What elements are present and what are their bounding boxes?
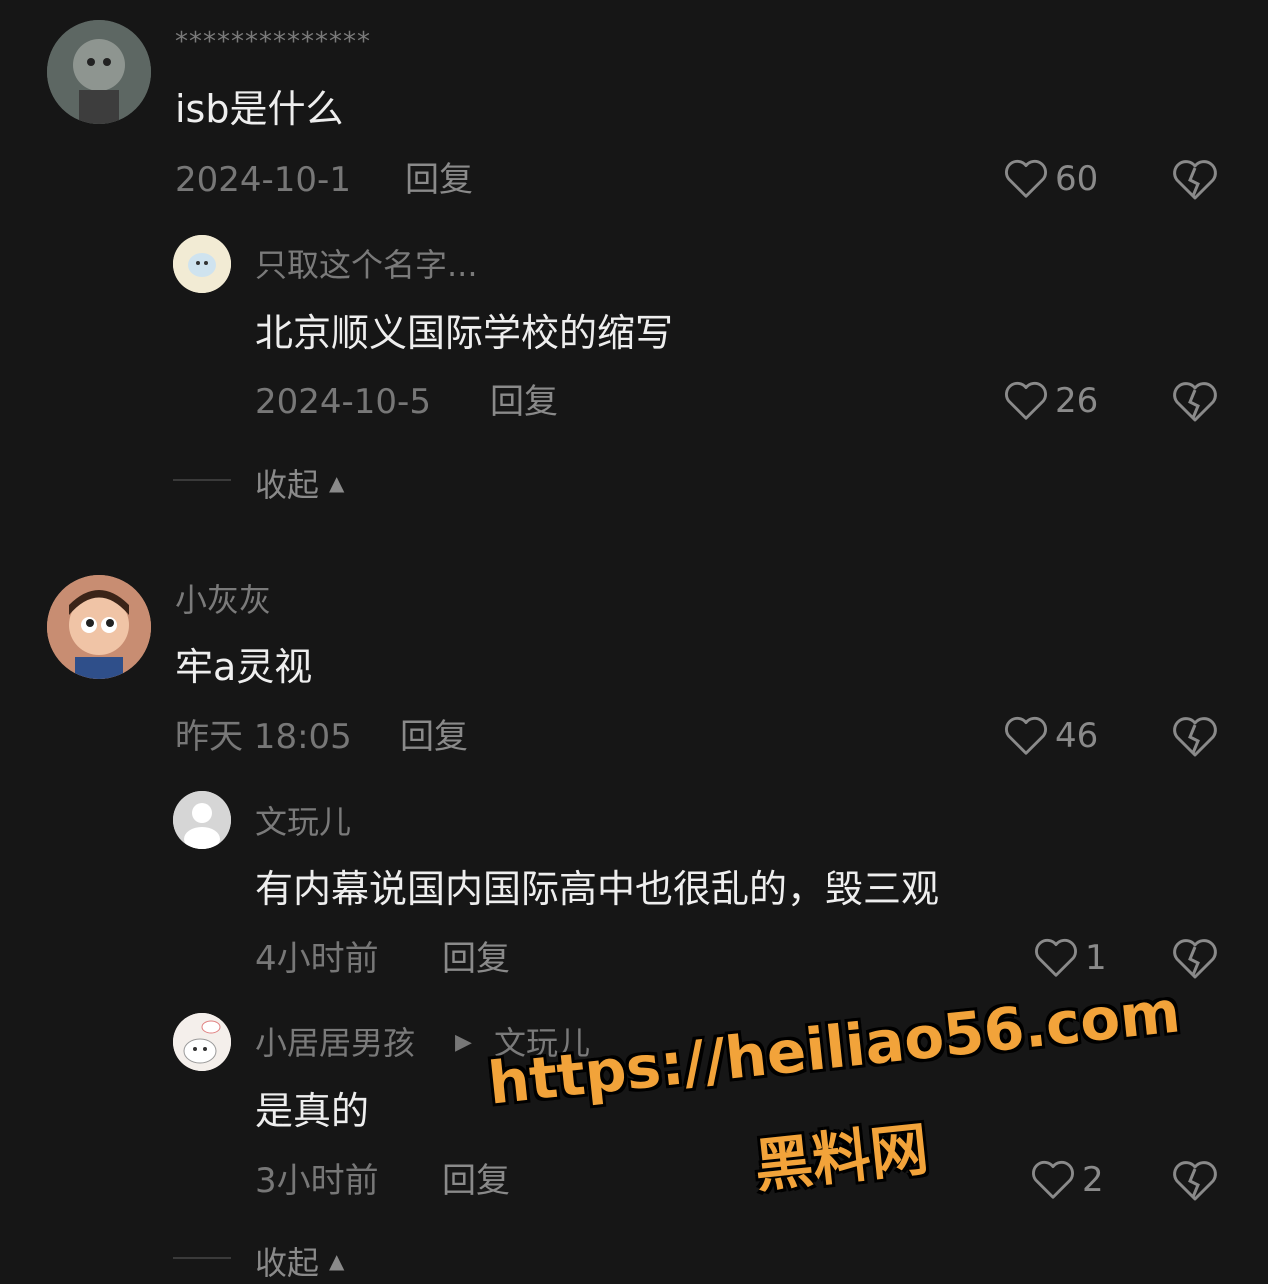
comment-date: 2024-10-5 xyxy=(255,382,431,422)
like-button[interactable]: 1 xyxy=(1033,935,1107,981)
comment-text: 有内幕说国内国际高中也很乱的，毁三观 xyxy=(255,867,940,911)
like-count: 26 xyxy=(1055,381,1099,421)
username[interactable]: 小居居男孩 xyxy=(255,1023,415,1063)
like-count: 60 xyxy=(1055,159,1099,199)
like-count: 1 xyxy=(1085,938,1107,978)
reply-button[interactable]: 回复 xyxy=(442,1161,510,1201)
broken-heart-icon[interactable] xyxy=(1171,378,1219,426)
collapse-label: 收起 xyxy=(255,466,320,504)
comment-text: 北京顺义国际学校的缩写 xyxy=(255,311,674,355)
collapse-button[interactable]: 收起 ▲ xyxy=(255,1238,344,1284)
avatar[interactable] xyxy=(173,791,231,849)
username[interactable]: 小灰灰 xyxy=(175,580,271,620)
reply-button[interactable]: 回复 xyxy=(400,717,468,757)
like-button[interactable]: 26 xyxy=(1003,378,1098,424)
heart-icon xyxy=(1005,381,1047,420)
username[interactable]: ************** xyxy=(175,22,371,62)
reply-button[interactable]: 回复 xyxy=(405,160,473,200)
heart-icon xyxy=(1032,1160,1074,1199)
comment-text: isb是什么 xyxy=(175,87,344,131)
avatar[interactable] xyxy=(173,235,231,293)
username[interactable]: 文玩儿 xyxy=(255,802,351,842)
avatar[interactable] xyxy=(47,20,151,124)
like-count: 46 xyxy=(1055,716,1099,756)
username[interactable]: 只取这个名字... xyxy=(255,245,478,285)
reply-button[interactable]: 回复 xyxy=(442,939,510,979)
watermark-name: 黑料网 xyxy=(751,1114,932,1201)
comment-text: 是真的 xyxy=(255,1089,370,1133)
broken-heart-icon[interactable] xyxy=(1171,713,1219,761)
collapse-label: 收起 xyxy=(255,1244,320,1282)
play-triangle-icon: ▶ xyxy=(455,1030,472,1055)
broken-heart-icon[interactable] xyxy=(1171,156,1219,204)
divider xyxy=(173,479,231,481)
like-button[interactable]: 46 xyxy=(1003,713,1098,759)
like-button[interactable]: 2 xyxy=(1030,1157,1104,1203)
like-button[interactable]: 60 xyxy=(1003,156,1098,202)
heart-icon xyxy=(1005,159,1047,198)
reply-button[interactable]: 回复 xyxy=(490,382,558,422)
divider xyxy=(173,1257,231,1259)
comment-text: 牢a灵视 xyxy=(175,645,313,689)
comment-date: 2024-10-1 xyxy=(175,160,351,200)
comment-date: 昨天 18:05 xyxy=(175,717,352,757)
comment-date: 3小时前 xyxy=(255,1161,379,1201)
comment-date: 4小时前 xyxy=(255,939,379,979)
heart-icon xyxy=(1035,938,1077,977)
broken-heart-icon[interactable] xyxy=(1171,1157,1219,1205)
broken-heart-icon[interactable] xyxy=(1171,935,1219,983)
heart-icon xyxy=(1005,716,1047,755)
like-count: 2 xyxy=(1082,1160,1104,1200)
chevron-up-icon: ▲ xyxy=(329,471,345,495)
collapse-button[interactable]: 收起 ▲ xyxy=(255,460,344,506)
chevron-up-icon: ▲ xyxy=(329,1249,345,1273)
avatar[interactable] xyxy=(47,575,151,679)
avatar[interactable] xyxy=(173,1013,231,1071)
watermark-url: https://heiliao56.com xyxy=(485,977,1184,1118)
